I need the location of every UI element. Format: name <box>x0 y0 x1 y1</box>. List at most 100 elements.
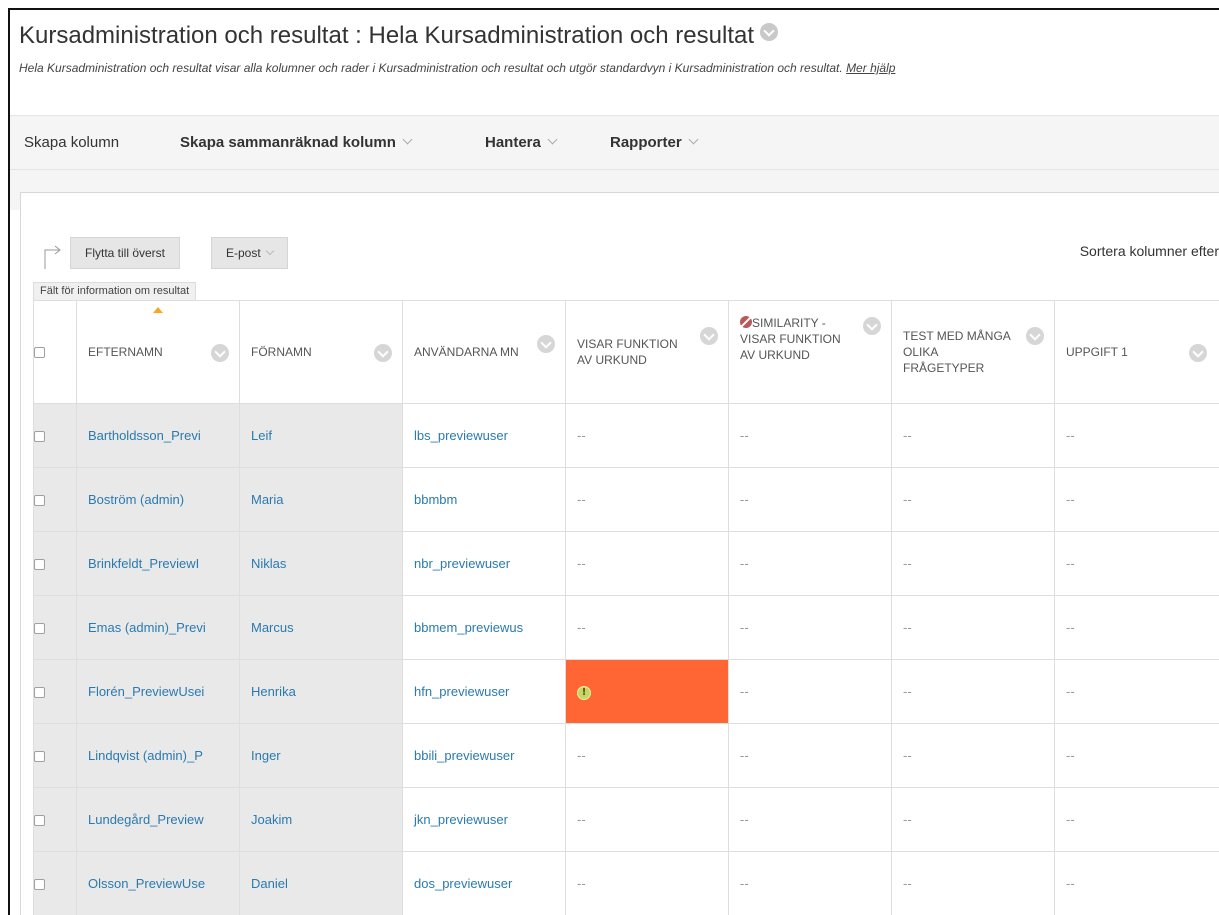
row-select-cell <box>33 531 77 596</box>
column-menu-icon[interactable] <box>1189 344 1207 362</box>
username-link[interactable]: hfn_previewuser <box>414 684 509 699</box>
grade-cell[interactable]: -- <box>728 531 892 596</box>
lastname-link[interactable]: Emas (admin)_Previ <box>88 620 206 635</box>
grade-cell[interactable]: -- <box>891 403 1055 468</box>
column-header-lastname[interactable]: EFTERNAMN <box>76 300 240 404</box>
lastname-link[interactable]: Olsson_PreviewUse <box>88 876 205 891</box>
column-menu-icon[interactable] <box>211 344 229 362</box>
row-checkbox[interactable] <box>34 815 45 827</box>
grade-cell[interactable]: -- <box>1054 595 1219 660</box>
grade-cell[interactable]: -- <box>728 403 892 468</box>
lastname-link[interactable]: Boström (admin) <box>88 492 184 507</box>
username-link[interactable]: nbr_previewuser <box>414 556 510 571</box>
grade-cell[interactable]: -- <box>891 787 1055 852</box>
row-checkbox[interactable] <box>34 879 45 891</box>
lastname-link[interactable]: Lindqvist (admin)_P <box>88 748 203 763</box>
firstname-link[interactable]: Niklas <box>251 556 286 571</box>
username-link[interactable]: bbili_previewuser <box>414 748 514 763</box>
table-row: Brinkfeldt_PreviewІ Niklas nbr_previewus… <box>33 531 1219 596</box>
grade-cell[interactable]: -- <box>565 787 729 852</box>
lastname-link[interactable]: Brinkfeldt_PreviewІ <box>88 556 199 571</box>
grade-cell[interactable]: -- <box>565 723 729 788</box>
grade-cell[interactable]: -- <box>565 595 729 660</box>
lastname-link[interactable]: Florén_PreviewUsei <box>88 684 204 699</box>
column-menu-icon[interactable] <box>374 344 392 362</box>
help-link[interactable]: Mer hjälp <box>846 61 895 75</box>
grade-cell[interactable]: -- <box>565 851 729 915</box>
page-header: Kursadministration och resultat : Hela K… <box>10 10 1219 115</box>
row-checkbox[interactable] <box>34 431 45 443</box>
grade-cell[interactable]: -- <box>891 595 1055 660</box>
column-menu-icon[interactable] <box>863 317 881 335</box>
column-header-label: SIMILARITY - VISAR FUNKTION AV URKUND <box>740 316 841 362</box>
column-header-username[interactable]: ANVÄNDARNA MN <box>402 300 566 404</box>
column-header-test[interactable]: TEST MED MÅNGA OLIKA FRÅGETYPER <box>891 300 1055 404</box>
grade-cell[interactable]: -- <box>1054 723 1219 788</box>
grade-info-tab[interactable]: Fält för information om resultat <box>33 282 197 300</box>
chevron-down-icon[interactable] <box>760 23 778 41</box>
reports-menu-button[interactable]: Rapporter <box>610 134 699 151</box>
row-checkbox[interactable] <box>34 687 45 699</box>
firstname-cell: Maria <box>239 467 403 532</box>
row-checkbox[interactable] <box>34 495 45 507</box>
grade-cell[interactable]: -- <box>891 659 1055 724</box>
grade-cell[interactable]: -- <box>891 723 1055 788</box>
column-header-urkund[interactable]: VISAR FUNKTION AV URKUND <box>565 300 729 404</box>
firstname-link[interactable]: Marcus <box>251 620 294 635</box>
row-checkbox[interactable] <box>34 623 45 635</box>
firstname-link[interactable]: Maria <box>251 492 284 507</box>
username-cell: nbr_previewuser <box>402 531 566 596</box>
select-all-checkbox[interactable] <box>34 347 45 359</box>
row-checkbox[interactable] <box>34 559 45 571</box>
table-row: Boström (admin) Maria bbmbm -- -- -- -- <box>33 467 1219 532</box>
grade-cell[interactable]: -- <box>728 467 892 532</box>
grade-cell[interactable]: -- <box>891 467 1055 532</box>
grade-cell[interactable]: -- <box>728 723 892 788</box>
grade-cell-needs-grading[interactable]: ! <box>565 659 729 724</box>
grade-cell[interactable]: -- <box>728 787 892 852</box>
grade-cell[interactable]: -- <box>565 403 729 468</box>
grade-cell[interactable]: -- <box>728 659 892 724</box>
grade-cell[interactable]: -- <box>565 467 729 532</box>
grade-cell[interactable]: -- <box>728 595 892 660</box>
firstname-link[interactable]: Joakim <box>251 812 292 827</box>
column-menu-icon[interactable] <box>537 335 555 353</box>
column-header-firstname[interactable]: FÖRNAMN <box>239 300 403 404</box>
firstname-link[interactable]: Inger <box>251 748 281 763</box>
lastname-cell: Boström (admin) <box>76 467 240 532</box>
column-menu-icon[interactable] <box>1026 327 1044 345</box>
app-frame: Kursadministration och resultat : Hela K… <box>8 8 1219 915</box>
firstname-link[interactable]: Daniel <box>251 876 288 891</box>
lastname-link[interactable]: Bartholdsson_Previ <box>88 428 201 443</box>
username-link[interactable]: dos_previewuser <box>414 876 512 891</box>
username-link[interactable]: bbmbm <box>414 492 457 507</box>
grade-cell[interactable]: -- <box>891 851 1055 915</box>
column-header-similarity[interactable]: SIMILARITY - VISAR FUNKTION AV URKUND <box>728 300 892 404</box>
column-header-assignment[interactable]: UPPGIFT 1 <box>1054 300 1219 404</box>
move-to-top-button[interactable]: Flytta till överst <box>70 237 181 269</box>
manage-menu-button[interactable]: Hantera <box>485 134 558 151</box>
lastname-link[interactable]: Lundegård_Preview <box>88 812 204 827</box>
username-link[interactable]: jkn_previewuser <box>414 812 508 827</box>
grade-cell[interactable]: -- <box>1054 659 1219 724</box>
grade-cell[interactable]: -- <box>1054 531 1219 596</box>
sort-columns-label[interactable]: Sortera kolumner efter <box>1080 243 1219 259</box>
firstname-link[interactable]: Henrika <box>251 684 296 699</box>
grade-value: -- <box>1066 812 1075 827</box>
username-link[interactable]: lbs_previewuser <box>414 428 508 443</box>
grade-cell[interactable]: -- <box>565 531 729 596</box>
grade-cell[interactable]: -- <box>1054 467 1219 532</box>
create-column-button[interactable]: Skapa kolumn <box>24 134 119 151</box>
grade-cell[interactable]: -- <box>1054 403 1219 468</box>
firstname-link[interactable]: Leif <box>251 428 272 443</box>
grade-cell[interactable]: -- <box>728 851 892 915</box>
grade-cell[interactable]: -- <box>1054 787 1219 852</box>
username-link[interactable]: bbmem_previewus <box>414 620 523 635</box>
grade-cell[interactable]: -- <box>1054 851 1219 915</box>
firstname-cell: Niklas <box>239 531 403 596</box>
email-button[interactable]: E-post <box>211 237 288 269</box>
row-checkbox[interactable] <box>34 751 45 763</box>
create-calculated-column-button[interactable]: Skapa sammanräknad kolumn <box>180 134 413 151</box>
column-menu-icon[interactable] <box>700 327 718 345</box>
grade-cell[interactable]: -- <box>891 531 1055 596</box>
